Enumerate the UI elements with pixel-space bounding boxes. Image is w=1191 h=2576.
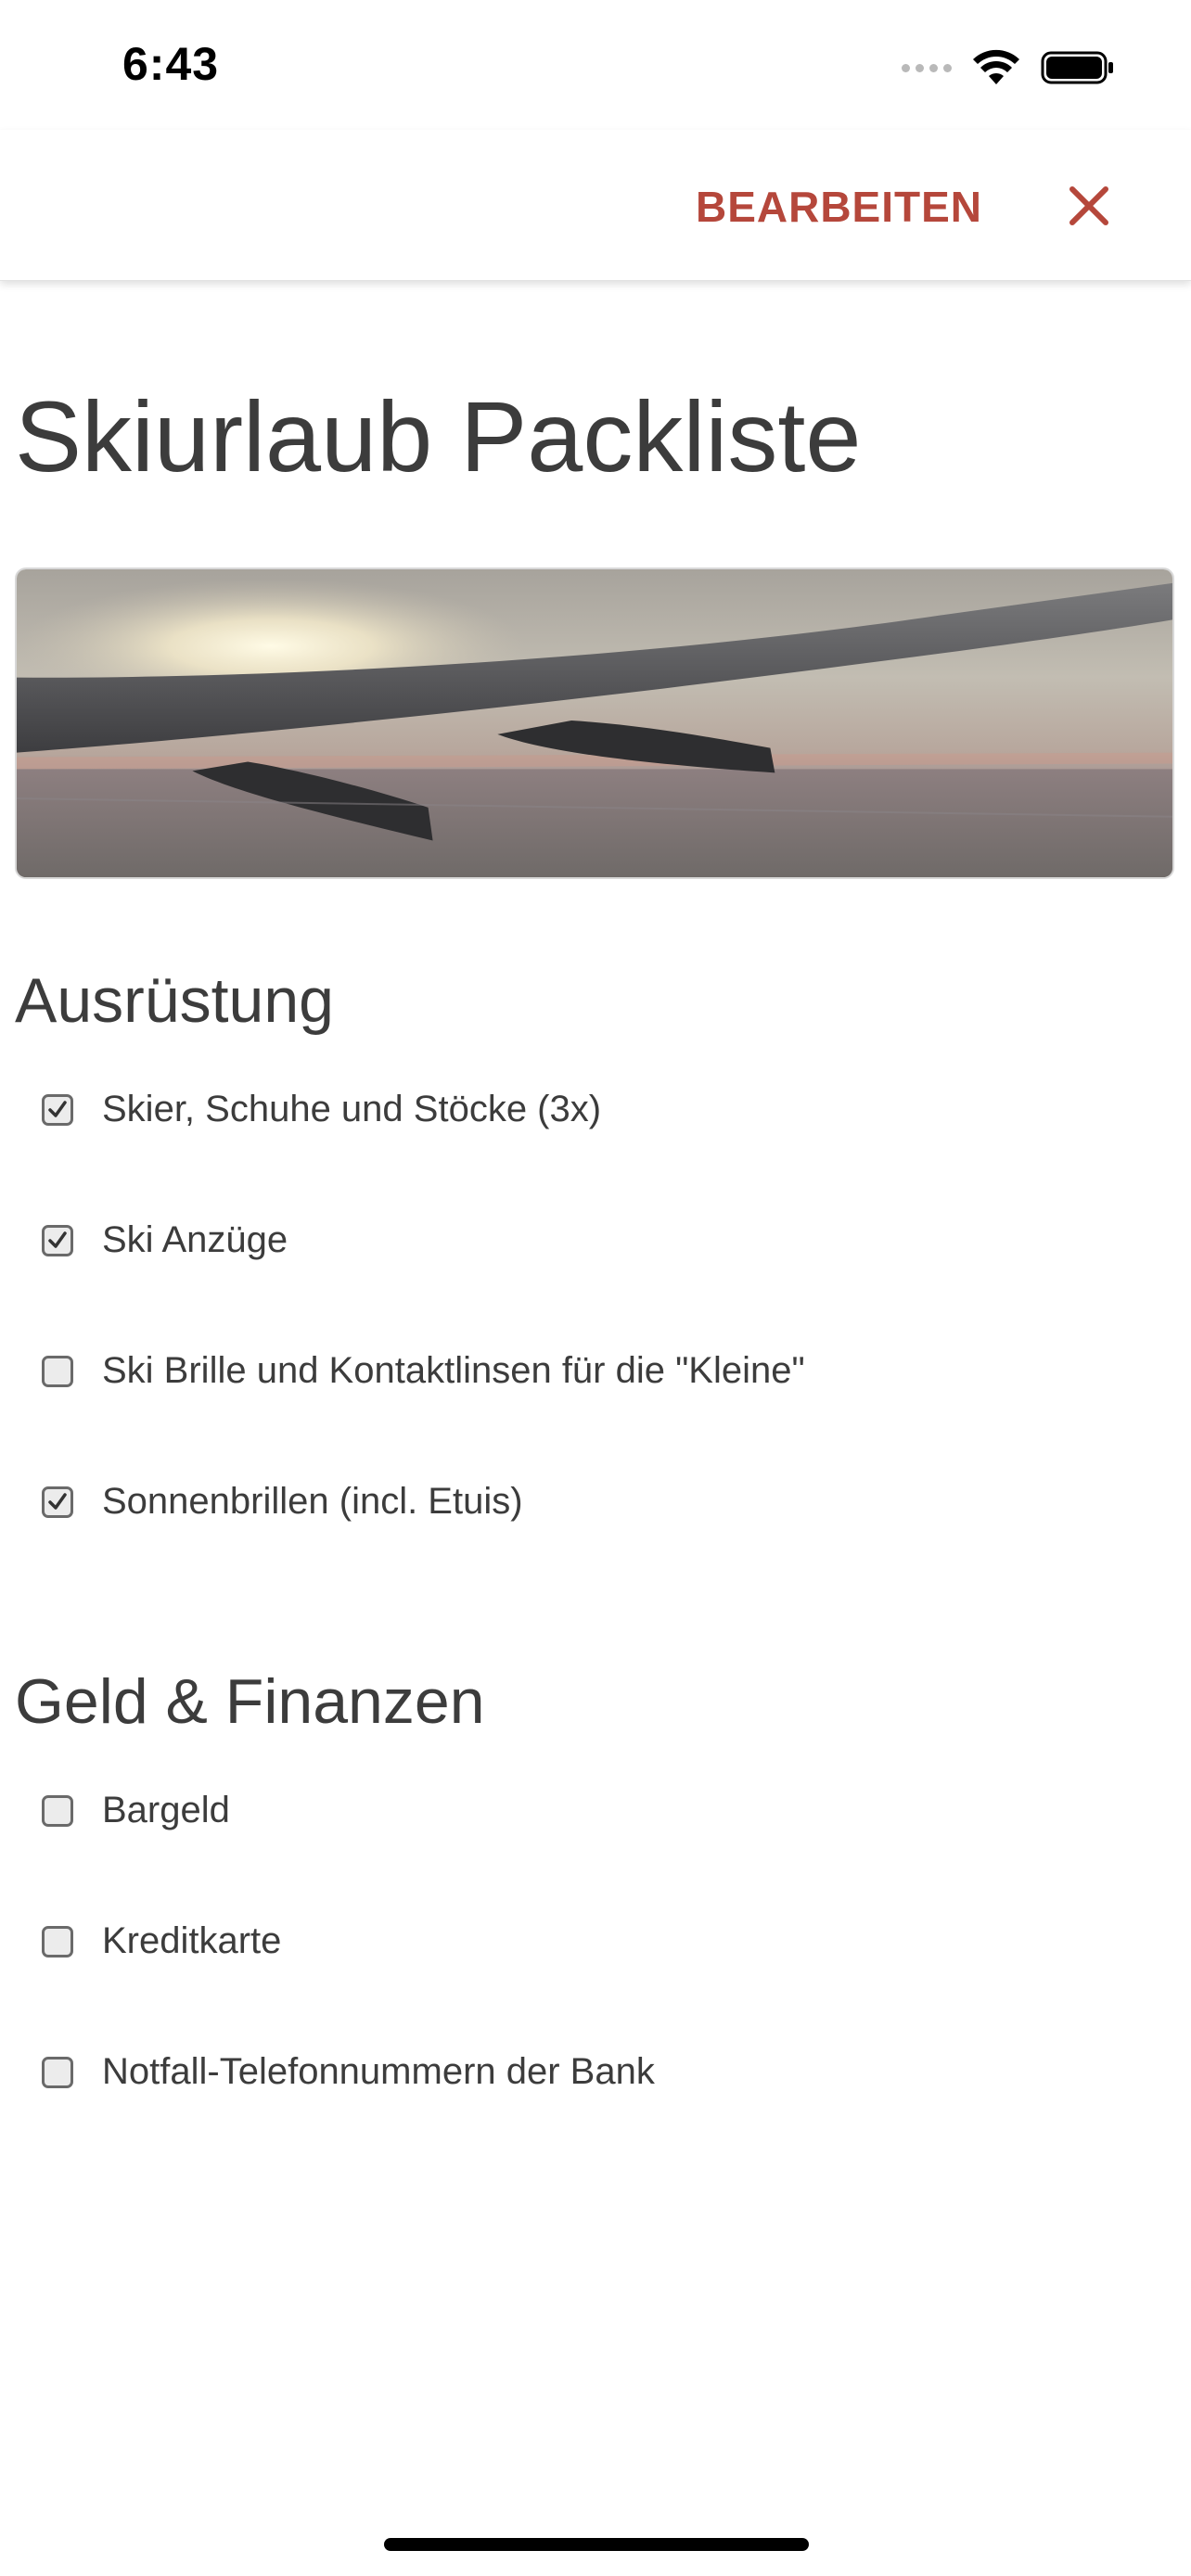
checkmark-icon [48, 1493, 67, 1510]
airplane-wing-photo [17, 569, 1172, 877]
wifi-icon [973, 49, 1019, 84]
cellular-signal-icon [902, 63, 952, 72]
checkbox-unchecked[interactable] [42, 1795, 73, 1827]
section-title: Geld & Finanzen [15, 1666, 485, 1737]
checkbox-unchecked[interactable] [42, 1926, 73, 1958]
list-item[interactable]: Ski Brille und Kontaktlinsen für die "Kl… [0, 1346, 1191, 1477]
list-item[interactable]: Bargeld [0, 1786, 1191, 1917]
status-bar: 6:43 [0, 0, 1191, 130]
list-item[interactable]: Skier, Schuhe und Stöcke (3x) [0, 1085, 1191, 1216]
checkbox-checked[interactable] [42, 1486, 73, 1518]
item-label: Bargeld [102, 1790, 230, 1830]
checkbox-checked[interactable] [42, 1225, 73, 1256]
item-label: Ski Anzüge [102, 1219, 288, 1260]
close-button[interactable] [1061, 178, 1117, 234]
status-icons [902, 46, 1115, 89]
checkmark-icon [48, 1101, 67, 1117]
checkbox-unchecked[interactable] [42, 2057, 73, 2088]
item-label: Ski Brille und Kontaktlinsen für die "Kl… [102, 1350, 805, 1391]
checkbox-checked[interactable] [42, 1094, 73, 1126]
item-list: Skier, Schuhe und Stöcke (3x) Ski Anzüge… [0, 1085, 1191, 1608]
list-item[interactable]: Sonnenbrillen (incl. Etuis) [0, 1477, 1191, 1608]
home-indicator [384, 2538, 809, 2551]
checkmark-icon [48, 1231, 67, 1248]
close-icon [1069, 186, 1108, 225]
item-label: Skier, Schuhe und Stöcke (3x) [102, 1089, 602, 1129]
nav-header: BEARBEITEN [0, 130, 1191, 281]
hero-image [15, 567, 1174, 879]
list-item[interactable]: Kreditkarte [0, 1917, 1191, 2047]
battery-icon [1041, 51, 1113, 84]
status-time: 6:43 [122, 38, 220, 90]
item-label: Kreditkarte [102, 1920, 282, 1961]
section-title: Ausrüstung [15, 965, 334, 1036]
item-label: Notfall-Telefonnummern der Bank [102, 2051, 655, 2092]
page-title: Skiurlaub Packliste [15, 380, 862, 492]
checkbox-unchecked[interactable] [42, 1356, 73, 1387]
packing-list-screen: 6:43 BEARBEITEN Skiurlaub Packliste Ausr… [0, 0, 1191, 2576]
item-label: Sonnenbrillen (incl. Etuis) [102, 1481, 523, 1522]
item-list: Bargeld Kreditkarte Notfall-Telefonnumme… [0, 1786, 1191, 2178]
list-item[interactable]: Ski Anzüge [0, 1216, 1191, 1346]
edit-button[interactable]: BEARBEITEN [696, 182, 982, 232]
list-item[interactable]: Notfall-Telefonnummern der Bank [0, 2047, 1191, 2178]
